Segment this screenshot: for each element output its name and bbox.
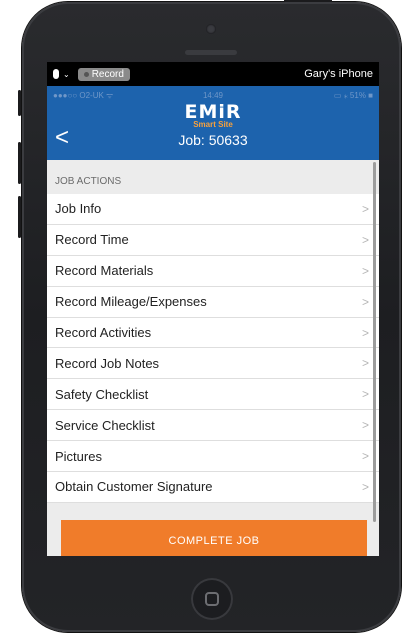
job-title: Job: 50633: [178, 132, 248, 148]
power-button: [284, 0, 332, 2]
job-actions-list: Job Info > Record Time > Record Material…: [47, 194, 379, 503]
list-item-obtain-customer-signature[interactable]: Obtain Customer Signature >: [47, 472, 379, 503]
chevron-right-icon: >: [361, 449, 369, 464]
list-item-label: Safety Checklist: [55, 386, 149, 402]
chevron-right-icon: >: [361, 325, 369, 340]
list-item-record-materials[interactable]: Record Materials >: [47, 256, 379, 287]
list-item-label: Record Job Notes: [55, 355, 160, 371]
app-header: ●●●○○ O2-UK ᯤ 14:49 ▭ ⁎ 51% ■ EMiR Smart…: [47, 86, 379, 160]
emir-logo: EMiR Smart Site: [47, 101, 379, 130]
list-item-label: Job Info: [55, 201, 102, 217]
chevron-right-icon: >: [361, 294, 369, 309]
complete-job-button[interactable]: COMPLETE JOB: [61, 520, 367, 556]
status-time: 14:49: [202, 90, 224, 100]
complete-job-label: COMPLETE JOB: [168, 535, 260, 547]
chevron-right-icon: >: [361, 263, 369, 278]
scrollbar[interactable]: [373, 162, 376, 522]
chevron-right-icon: >: [361, 232, 369, 247]
list-item-label: Record Time: [55, 232, 129, 248]
chevron-right-icon: >: [361, 356, 369, 371]
logo-text: EMiR: [184, 101, 242, 123]
home-button[interactable]: [191, 578, 233, 620]
screen-recording-bar: ⌄ Record Gary's iPhone: [47, 62, 379, 86]
volume-down-button: [18, 196, 21, 238]
list-item-label: Pictures: [55, 448, 102, 464]
list-item-label: Record Materials: [55, 263, 154, 279]
earpiece-speaker: [185, 50, 237, 55]
list-item-service-checklist[interactable]: Service Checklist >: [47, 410, 379, 442]
section-label-job-actions: JOB ACTIONS: [47, 160, 379, 194]
list-item-record-activities[interactable]: Record Activities >: [47, 318, 379, 349]
volume-up-button: [18, 142, 21, 184]
record-label: Record: [91, 68, 124, 80]
chevron-right-icon: >: [361, 479, 369, 494]
device-name: Gary's iPhone: [304, 68, 373, 80]
list-item-job-info[interactable]: Job Info >: [47, 194, 379, 225]
microphone-icon[interactable]: ⌄: [53, 69, 70, 79]
logo-subtext: Smart Site: [193, 120, 233, 129]
list-item-safety-checklist[interactable]: Safety Checklist >: [47, 379, 379, 411]
list-item-label: Record Activities: [55, 325, 152, 340]
list-item-record-mileage-expenses[interactable]: Record Mileage/Expenses >: [47, 287, 379, 318]
phone-screen: ⌄ Record Gary's iPhone ●●●○○ O2-UK ᯤ 14:…: [47, 62, 379, 556]
list-item-label: Record Mileage/Expenses: [55, 294, 207, 310]
chevron-right-icon: >: [361, 418, 369, 433]
chevron-right-icon: >: [361, 201, 369, 216]
list-item-label: Service Checklist: [55, 417, 155, 433]
list-item-record-time[interactable]: Record Time >: [47, 225, 379, 256]
chevron-right-icon: >: [361, 387, 369, 402]
mute-switch: [18, 90, 21, 116]
list-item-pictures[interactable]: Pictures >: [47, 441, 379, 473]
list-item-record-job-notes[interactable]: Record Job Notes >: [47, 348, 379, 380]
record-button[interactable]: Record: [77, 67, 130, 81]
home-square-icon: [205, 592, 219, 606]
list-item-label: Obtain Customer Signature: [55, 479, 213, 495]
front-camera: [206, 24, 216, 34]
record-dot-icon: [83, 71, 89, 77]
